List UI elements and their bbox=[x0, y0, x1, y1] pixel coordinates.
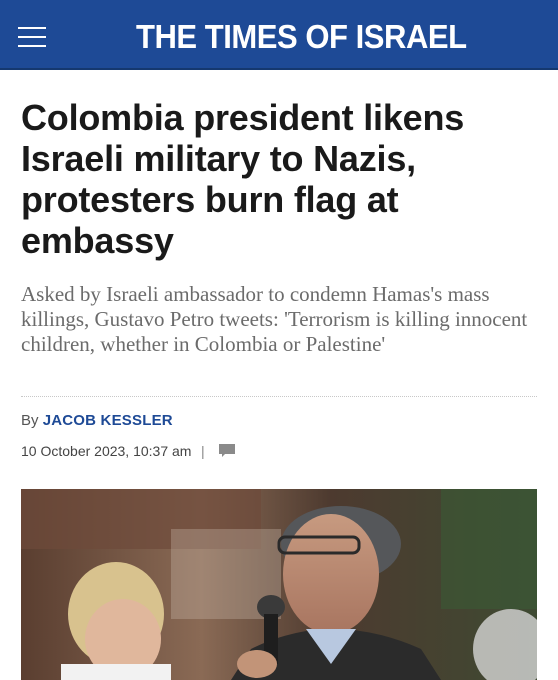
site-header: THE TIMES OF ISRAEL bbox=[0, 0, 558, 70]
publish-date: 10 October 2023, 10:37 am bbox=[21, 443, 192, 459]
menu-bar-middle bbox=[18, 36, 46, 38]
article-subhead: Asked by Israeli ambassador to condemn H… bbox=[21, 282, 528, 356]
date-separator: | bbox=[201, 443, 205, 459]
menu-bar-top bbox=[18, 27, 46, 29]
byline-prefix: By bbox=[21, 412, 39, 429]
site-logo[interactable]: THE TIMES OF ISRAEL bbox=[136, 18, 467, 56]
menu-bar-bottom bbox=[18, 45, 46, 47]
article-photo bbox=[21, 489, 537, 680]
byline-divider bbox=[21, 396, 537, 397]
article-headline: Colombia president likens Israeli milita… bbox=[21, 97, 465, 261]
article-photo-image bbox=[21, 489, 537, 680]
author-link[interactable]: JACOB KESSLER bbox=[43, 412, 173, 429]
hamburger-menu-icon[interactable] bbox=[18, 25, 46, 47]
byline: By JACOB KESSLER bbox=[21, 412, 173, 430]
comment-icon[interactable] bbox=[219, 444, 235, 458]
